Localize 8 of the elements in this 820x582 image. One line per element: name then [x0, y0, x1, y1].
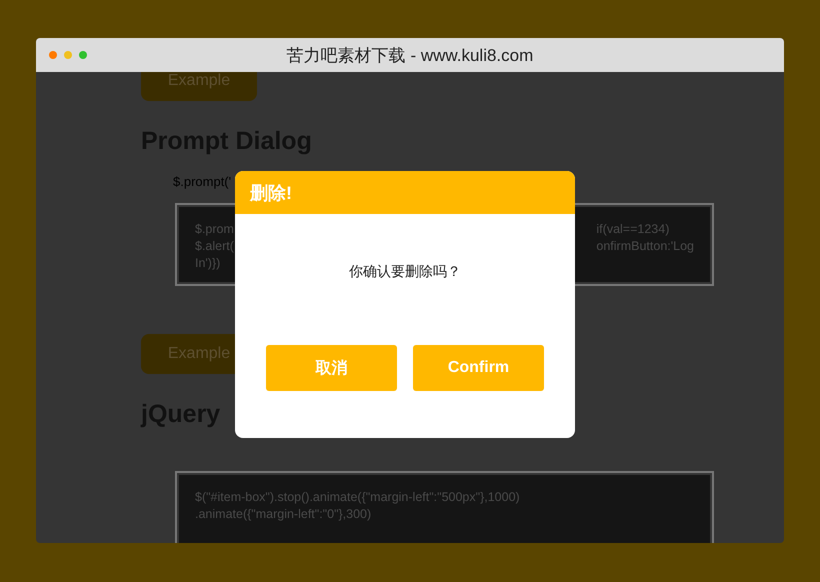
cancel-button[interactable]: 取消: [266, 345, 397, 391]
window-title: 苦力吧素材下载 - www.kuli8.com: [286, 44, 534, 66]
dialog-title: 删除!: [250, 182, 292, 204]
maximize-dot-icon[interactable]: [79, 51, 87, 59]
confirm-button[interactable]: Confirm: [413, 345, 544, 391]
close-dot-icon[interactable]: [49, 51, 57, 59]
minimize-dot-icon[interactable]: [64, 51, 72, 59]
dialog-message: 你确认要删除吗？: [348, 263, 462, 281]
